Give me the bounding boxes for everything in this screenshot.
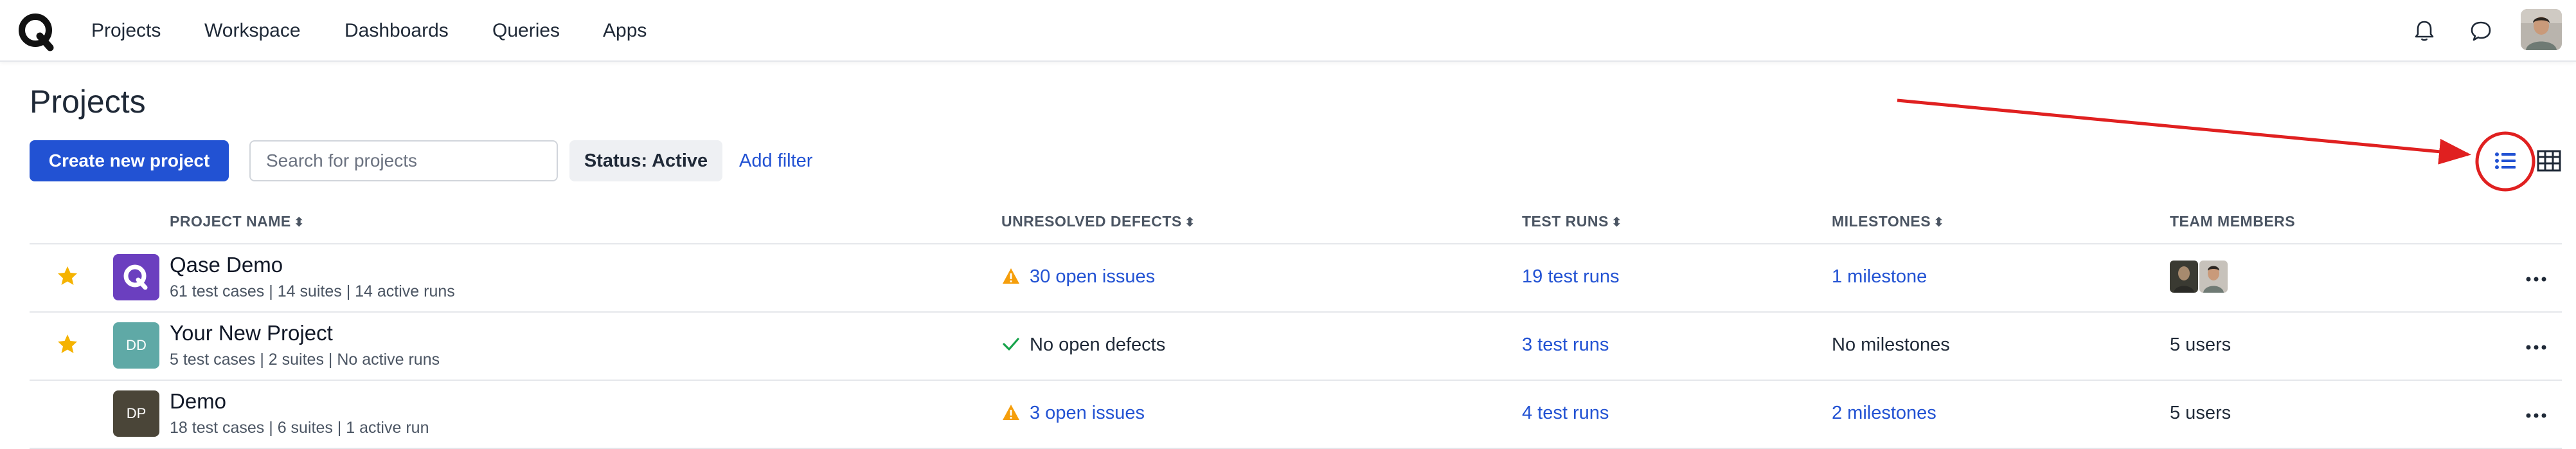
page-title: Projects xyxy=(30,84,146,120)
status-filter-chip[interactable]: Status: Active xyxy=(569,140,722,181)
warning-icon xyxy=(1003,268,1019,284)
header-test-runs[interactable]: TEST RUNS ⬍ xyxy=(1522,212,1622,232)
bell-icon[interactable] xyxy=(2411,18,2437,44)
nav-apps[interactable]: Apps xyxy=(603,19,647,42)
milestones-link[interactable]: 1 milestone xyxy=(1832,265,1927,288)
create-project-button[interactable]: Create new project xyxy=(30,140,229,181)
defects-link[interactable]: 3 open issues xyxy=(1030,401,1145,425)
table-view-icon[interactable] xyxy=(2535,147,2563,175)
member-avatar[interactable] xyxy=(2170,261,2198,293)
defects-status: No open defects xyxy=(1030,334,1166,355)
add-filter-link[interactable]: Add filter xyxy=(739,149,812,172)
header-project-name[interactable]: PROJECT NAME ⬍ xyxy=(170,212,305,232)
defects-link[interactable]: 30 open issues xyxy=(1030,265,1155,288)
test-runs-link[interactable]: 3 test runs xyxy=(1522,333,1609,356)
project-avatar[interactable]: DD xyxy=(113,322,159,369)
team-members-count: 5 users xyxy=(2170,403,2232,423)
star-icon[interactable] xyxy=(57,333,78,355)
nav-queries[interactable]: Queries xyxy=(492,19,560,42)
header-unresolved-defects[interactable]: UNRESOLVED DEFECTS ⬍ xyxy=(1001,212,1195,232)
table-row[interactable]: DD Your New Project 5 test cases | 2 sui… xyxy=(30,313,2562,381)
top-navigation: Projects Workspace Dashboards Queries Ap… xyxy=(0,0,2576,62)
project-meta: 18 test cases | 6 suites | 1 active run xyxy=(170,419,429,437)
member-photo-icon xyxy=(2199,261,2228,293)
chat-icon[interactable] xyxy=(2468,18,2494,44)
member-photo-icon xyxy=(2170,261,2198,293)
user-avatar[interactable] xyxy=(2521,9,2562,50)
member-avatar[interactable] xyxy=(2199,261,2228,293)
user-photo-icon xyxy=(2521,9,2562,50)
qase-logo-icon[interactable] xyxy=(17,12,57,51)
test-runs-link[interactable]: 4 test runs xyxy=(1522,401,1609,425)
project-meta: 5 test cases | 2 suites | No active runs xyxy=(170,351,440,369)
project-avatar[interactable]: DP xyxy=(113,390,159,437)
search-input[interactable] xyxy=(249,140,558,181)
table-row[interactable]: Qase Demo 61 test cases | 14 suites | 14… xyxy=(30,244,2562,313)
header-milestones[interactable]: MILESTONES ⬍ xyxy=(1832,212,1944,232)
sort-icon: ⬍ xyxy=(293,215,305,230)
header-team-members: TEAM MEMBERS xyxy=(2170,213,2296,230)
milestones-link[interactable]: 2 milestones xyxy=(1832,401,1936,425)
more-options-icon[interactable] xyxy=(2523,341,2549,354)
sort-icon: ⬍ xyxy=(1611,215,1623,230)
star-icon[interactable] xyxy=(57,265,78,287)
nav-projects[interactable]: Projects xyxy=(91,19,161,42)
project-name[interactable]: Qase Demo xyxy=(170,252,283,278)
more-options-icon[interactable] xyxy=(2523,273,2549,286)
table-row[interactable]: DP Demo 18 test cases | 6 suites | 1 act… xyxy=(30,381,2562,449)
project-avatar[interactable] xyxy=(113,254,159,300)
milestones-status: No milestones xyxy=(1832,334,1950,355)
project-meta: 61 test cases | 14 suites | 14 active ru… xyxy=(170,282,455,300)
annotation-arrow xyxy=(1897,98,2471,165)
warning-icon xyxy=(1003,405,1019,420)
team-members-count: 5 users xyxy=(2170,334,2232,355)
test-runs-link[interactable]: 19 test runs xyxy=(1522,265,1620,288)
list-view-icon[interactable] xyxy=(2491,147,2519,175)
check-icon xyxy=(1003,338,1019,351)
more-options-icon[interactable] xyxy=(2523,409,2549,422)
sort-icon: ⬍ xyxy=(1933,215,1945,230)
nav-workspace[interactable]: Workspace xyxy=(204,19,301,42)
sort-icon: ⬍ xyxy=(1184,215,1196,230)
project-name[interactable]: Your New Project xyxy=(170,320,333,346)
nav-dashboards[interactable]: Dashboards xyxy=(344,19,449,42)
qase-logo-icon xyxy=(123,264,148,290)
project-name[interactable]: Demo xyxy=(170,389,226,414)
